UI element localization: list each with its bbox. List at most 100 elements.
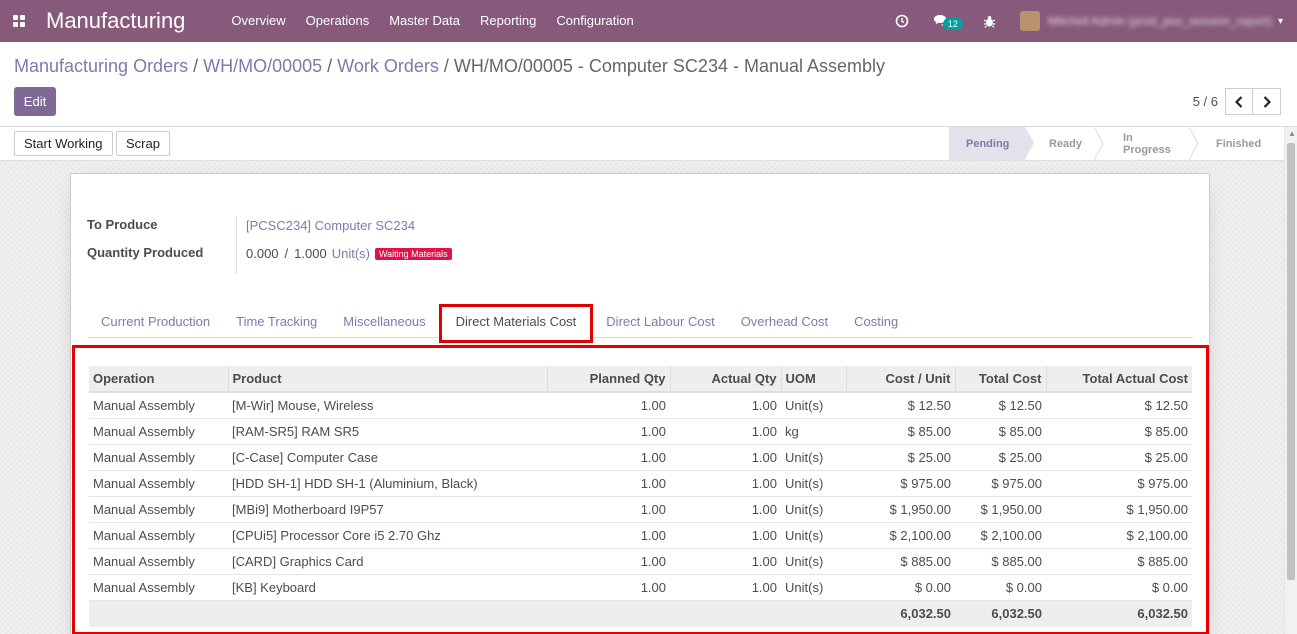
menu-reporting[interactable]: Reporting xyxy=(470,0,546,42)
cell-total-actual-cost: $ 0.00 xyxy=(1046,573,1192,600)
total-cell-uom xyxy=(781,599,846,627)
tab-overhead-cost[interactable]: Overhead Cost xyxy=(728,306,841,338)
stage-finished[interactable]: Finished xyxy=(1198,127,1284,160)
qty-separator: / xyxy=(284,246,289,261)
app-name[interactable]: Manufacturing xyxy=(46,8,185,34)
column-total-cost[interactable]: Total Cost xyxy=(955,366,1047,393)
cell-total-actual-cost: $ 1,950.00 xyxy=(1046,495,1192,522)
breadcrumb-manufacturing-orders[interactable]: Manufacturing Orders xyxy=(14,56,188,76)
cell-planned-qty: 1.00 xyxy=(547,521,670,548)
table-row[interactable]: Manual Assembly [HDD SH-1] HDD SH-1 (Alum… xyxy=(89,469,1192,496)
edit-button[interactable]: Edit xyxy=(14,87,56,116)
table-row[interactable]: Manual Assembly [CPUi5] Processor Core i5… xyxy=(89,521,1192,548)
cell-planned-qty: 1.00 xyxy=(547,469,670,496)
column-total-actual-cost[interactable]: Total Actual Cost xyxy=(1046,366,1192,393)
cell-actual-qty: 1.00 xyxy=(670,417,781,444)
total-cell-product xyxy=(228,599,547,627)
column-cost-unit[interactable]: Cost / Unit xyxy=(846,366,956,393)
cell-planned-qty: 1.00 xyxy=(547,495,670,522)
cell-operation: Manual Assembly xyxy=(89,443,228,470)
table-row[interactable]: Manual Assembly [KB] Keyboard 1.00 1.00 Unit… xyxy=(89,573,1192,600)
tab-miscellaneous[interactable]: Miscellaneous xyxy=(330,306,438,338)
table-row[interactable]: Manual Assembly [MBi9] Motherboard I9P57 1… xyxy=(89,495,1192,522)
user-menu[interactable]: Mitchell Admin (prod_pos_session_report)… xyxy=(1008,11,1297,31)
direct-materials-cost-panel: Operation Product Planned Qty Actual Qty… xyxy=(72,345,1209,634)
cell-cost-unit: $ 85.00 xyxy=(846,417,955,444)
cell-total-actual-cost: $ 975.00 xyxy=(1046,469,1192,496)
cell-operation: Manual Assembly xyxy=(89,417,228,444)
breadcrumb-mo[interactable]: WH/MO/00005 xyxy=(203,56,322,76)
column-actual-qty[interactable]: Actual Qty xyxy=(670,366,782,393)
page-title: WH/MO/00005 - Computer SC234 - Manual As… xyxy=(453,56,886,76)
menu-operations[interactable]: Operations xyxy=(296,0,380,42)
column-planned-qty[interactable]: Planned Qty xyxy=(547,366,671,393)
stage-ready[interactable]: Ready xyxy=(1025,127,1104,160)
pager-next-button[interactable] xyxy=(1253,88,1281,115)
status-badge: Waiting Materials xyxy=(375,247,452,260)
chevron-right-icon xyxy=(1263,95,1271,108)
cell-actual-qty: 1.00 xyxy=(670,521,781,548)
uom-link[interactable]: Unit(s) xyxy=(332,246,370,261)
menu-overview[interactable]: Overview xyxy=(221,0,295,42)
column-operation[interactable]: Operation xyxy=(89,366,229,393)
cell-product: [CARD] Graphics Card xyxy=(228,547,547,574)
cell-actual-qty: 1.00 xyxy=(670,469,781,496)
product-link[interactable]: [PCSC234] Computer SC234 xyxy=(246,218,415,233)
scroll-up-arrow-icon[interactable]: ▲ xyxy=(1288,129,1296,138)
cell-actual-qty: 1.00 xyxy=(670,391,781,418)
table-row[interactable]: Manual Assembly [C-Case] Computer Case 1.0… xyxy=(89,443,1192,470)
cell-total-actual-cost: $ 85.00 xyxy=(1046,417,1192,444)
pager-previous-button[interactable] xyxy=(1225,88,1253,115)
tab-direct-labour-cost[interactable]: Direct Labour Cost xyxy=(593,306,727,338)
cell-product: [HDD SH-1] HDD SH-1 (Aluminium, Black) xyxy=(228,469,547,496)
scrap-button[interactable]: Scrap xyxy=(116,131,170,156)
table-row[interactable]: Manual Assembly [RAM-SR5] RAM SR5 1.00 1.00… xyxy=(89,417,1192,444)
apps-menu-icon[interactable] xyxy=(0,0,38,42)
top-navbar: Manufacturing Overview Operations Master… xyxy=(0,0,1297,42)
menu-configuration[interactable]: Configuration xyxy=(546,0,643,42)
cell-total-cost: $ 0.00 xyxy=(955,573,1046,600)
materials-cost-table: Operation Product Planned Qty Actual Qty… xyxy=(89,366,1192,627)
quantity-produced-field: 0.000 / 1.000 Unit(s) Waiting Materials xyxy=(246,246,452,261)
tab-current-production[interactable]: Current Production xyxy=(88,306,223,338)
table-row[interactable]: Manual Assembly [M-Wir] Mouse, Wireless 1.… xyxy=(89,391,1192,418)
cell-product: [CPUi5] Processor Core i5 2.70 Ghz xyxy=(228,521,547,548)
cell-actual-qty: 1.00 xyxy=(670,547,781,574)
menu-master-data[interactable]: Master Data xyxy=(379,0,470,42)
avatar xyxy=(1019,11,1040,31)
tab-direct-materials-cost[interactable]: Direct Materials Cost xyxy=(438,304,594,343)
cell-actual-qty: 1.00 xyxy=(670,495,781,522)
cell-total-cost: $ 1,950.00 xyxy=(955,495,1046,522)
form-statusbar: Start Working Scrap Pending Ready In Pro… xyxy=(0,127,1284,161)
cell-total-actual-cost: $ 885.00 xyxy=(1046,547,1192,574)
table-header-row: Operation Product Planned Qty Actual Qty… xyxy=(89,366,1192,393)
pager-value[interactable]: 5 / 6 xyxy=(1193,94,1218,109)
tab-costing[interactable]: Costing xyxy=(841,306,911,338)
cell-operation: Manual Assembly xyxy=(89,469,228,496)
cell-product: [KB] Keyboard xyxy=(228,573,547,600)
activity-clock-icon[interactable] xyxy=(883,14,921,28)
column-product[interactable]: Product xyxy=(228,366,548,393)
cell-total-cost: $ 85.00 xyxy=(955,417,1046,444)
field-separator xyxy=(236,216,237,274)
start-working-button[interactable]: Start Working xyxy=(14,131,113,156)
tab-time-tracking[interactable]: Time Tracking xyxy=(223,306,330,338)
cell-total-actual-cost: $ 25.00 xyxy=(1046,443,1192,470)
table-body: Manual Assembly [M-Wir] Mouse, Wireless 1.… xyxy=(89,391,1192,627)
total-cell-total-cost: 6,032.50 xyxy=(955,599,1046,627)
scrollbar[interactable]: ▲ xyxy=(1284,127,1297,634)
qty-total-value: 1.000 xyxy=(294,246,327,261)
stage-in-progress[interactable]: In Progress xyxy=(1103,127,1199,160)
form-sheet: To Produce Quantity Produced [PCSC234] C… xyxy=(70,173,1210,634)
debug-bug-icon[interactable] xyxy=(971,15,1008,28)
column-uom[interactable]: UOM xyxy=(781,366,847,393)
cell-uom: Unit(s) xyxy=(781,495,846,522)
scrollbar-thumb[interactable] xyxy=(1287,143,1295,580)
cell-operation: Manual Assembly xyxy=(89,521,228,548)
breadcrumb-work-orders[interactable]: Work Orders xyxy=(337,56,439,76)
table-row[interactable]: Manual Assembly [CARD] Graphics Card 1.00 1… xyxy=(89,547,1192,574)
total-cell-planned-qty xyxy=(547,599,670,627)
messages-chat-icon[interactable]: 12 xyxy=(921,14,963,30)
cell-cost-unit: $ 0.00 xyxy=(846,573,955,600)
total-cell-total-actual-cost: 6,032.50 xyxy=(1046,599,1192,627)
